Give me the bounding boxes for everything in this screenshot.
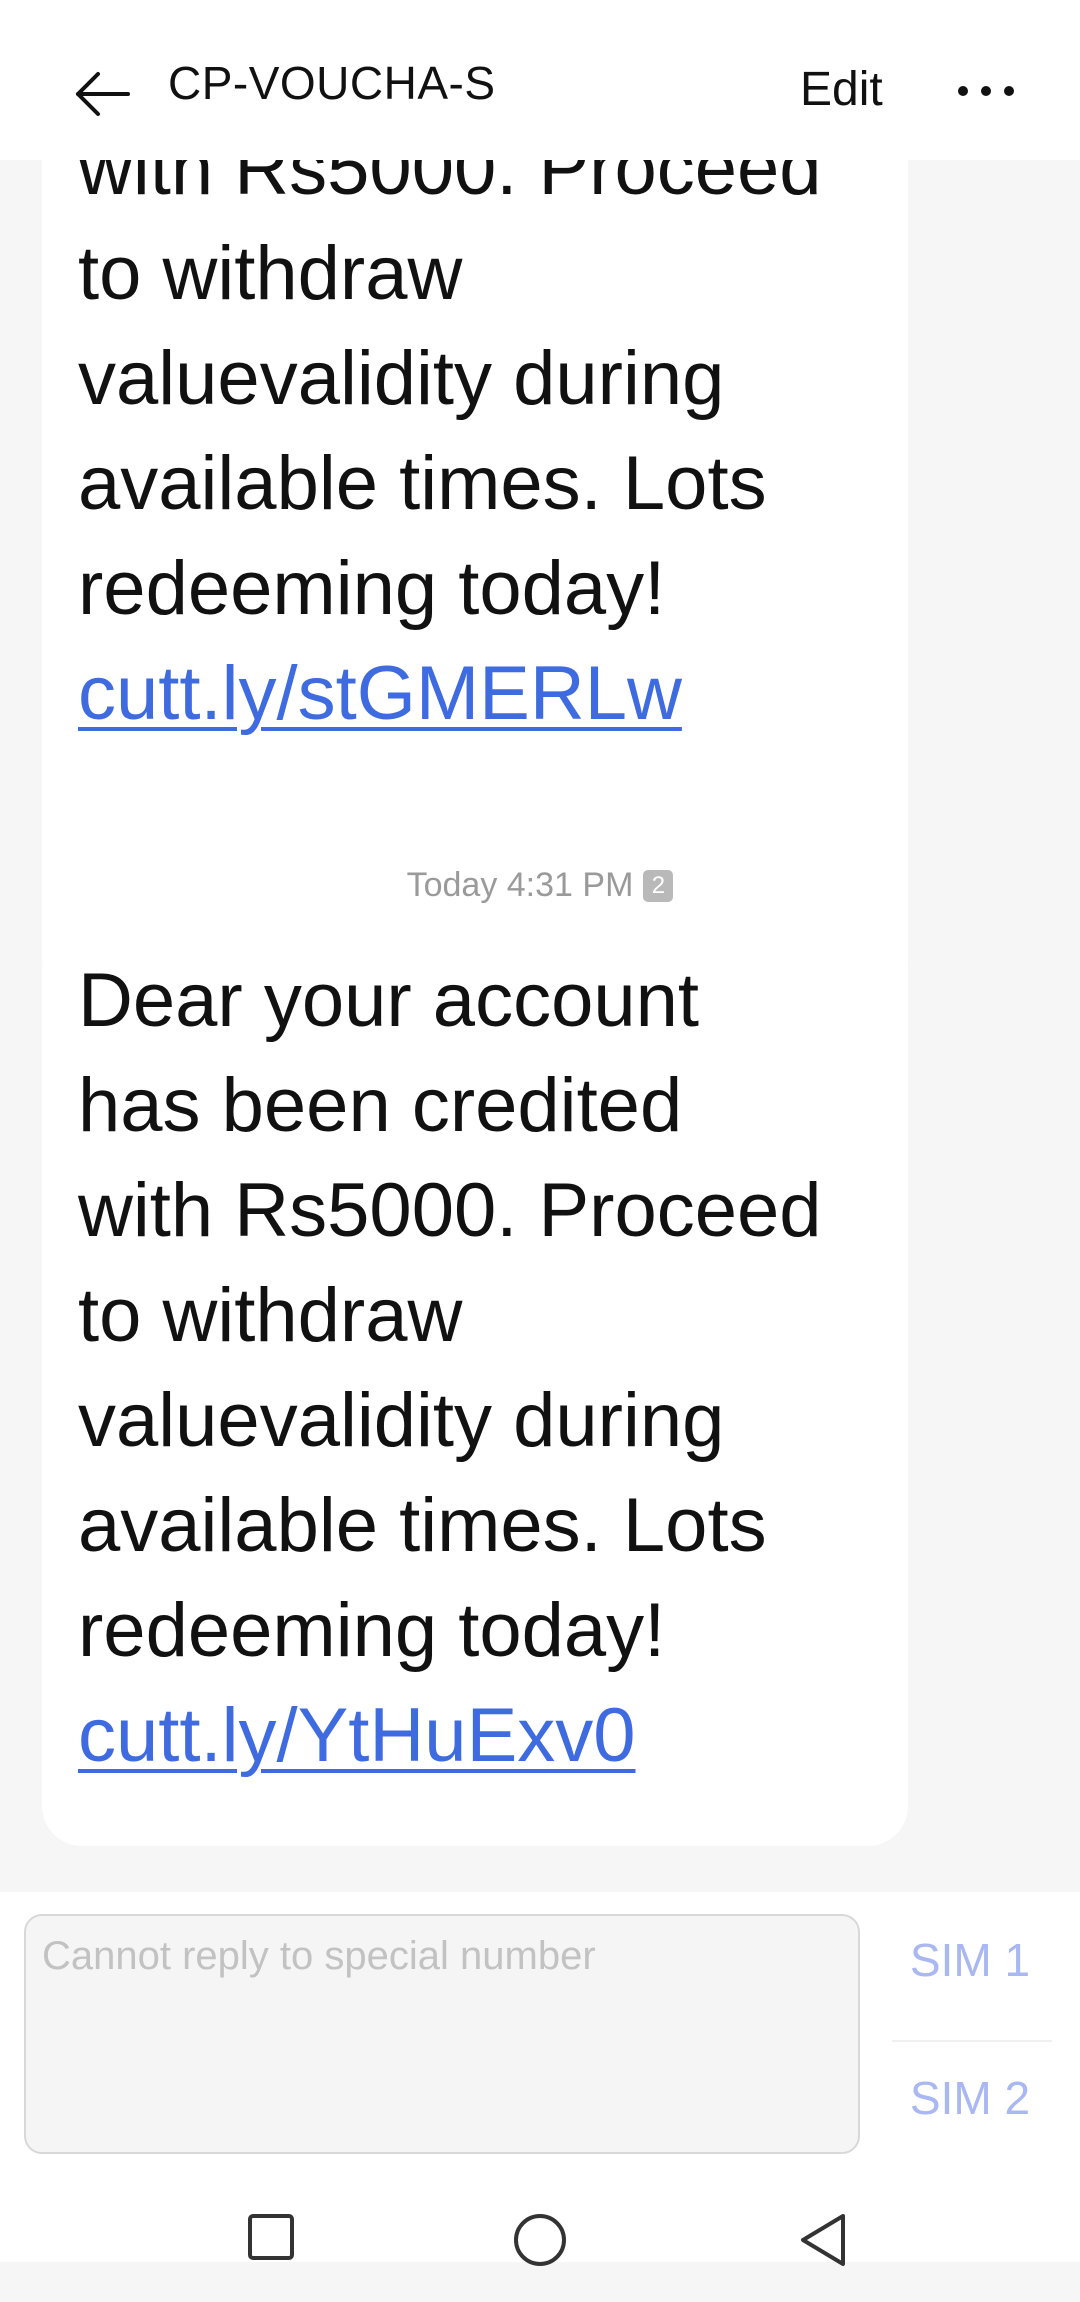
sim-badge: 2: [643, 870, 674, 902]
nav-back-button[interactable]: [778, 2212, 868, 2302]
circle-icon: [514, 2214, 566, 2266]
square-icon: [248, 2214, 294, 2260]
system-navigation-bar: [0, 2162, 1080, 2266]
more-dots-icon: [958, 86, 1014, 96]
triangle-back-icon: [801, 2214, 845, 2266]
back-button[interactable]: [62, 54, 142, 134]
conversation-title: CP-VOUCHA-S: [168, 57, 496, 109]
reply-input[interactable]: Cannot reply to special number: [24, 1914, 860, 2154]
composer: Cannot reply to special number SIM 1 SIM…: [0, 1892, 1080, 2162]
more-options-button[interactable]: [946, 56, 1026, 126]
timestamp-text: Today 4:31 PM: [406, 866, 634, 904]
arrow-left-icon: [76, 72, 130, 116]
message-text: with Rs5000. Proceed to withdraw valueva…: [78, 160, 822, 631]
top-app-bar: CP-VOUCHA-S Edit: [0, 0, 1080, 160]
message-text: Dear your account has been credited with…: [78, 958, 822, 1673]
message-thread[interactable]: with Rs5000. Proceed to withdraw valueva…: [0, 160, 1080, 1892]
message-link[interactable]: cutt.ly/YtHuExv0: [78, 1683, 872, 1788]
edit-button[interactable]: Edit: [800, 62, 883, 117]
send-sim1-button[interactable]: SIM 1: [880, 1892, 1060, 2028]
message-bubble[interactable]: Dear your account has been credited with…: [42, 928, 908, 1846]
send-sim2-button[interactable]: SIM 2: [880, 2030, 1060, 2166]
home-button[interactable]: [495, 2212, 585, 2302]
message-link[interactable]: cutt.ly/stGMERLw: [78, 641, 872, 746]
message-timestamp: Today 4:31 PM 2: [0, 860, 1080, 910]
recents-button[interactable]: [226, 2212, 316, 2302]
